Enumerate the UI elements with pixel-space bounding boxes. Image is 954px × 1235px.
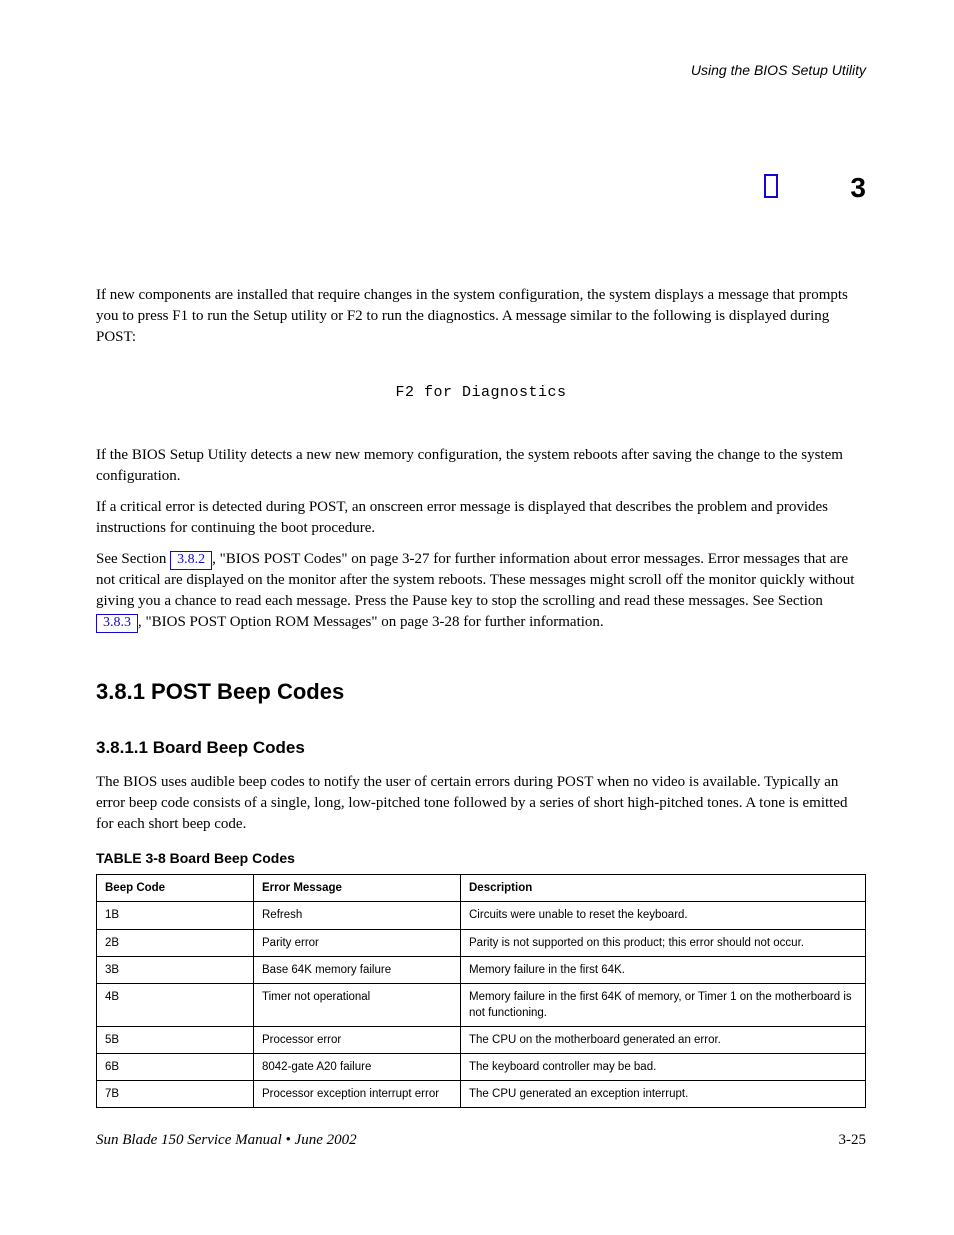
footer-page-number: 3-25: [839, 1132, 867, 1149]
table-cell: Processor exception interrupt error: [254, 1081, 461, 1108]
text: See Section: [96, 551, 170, 567]
table-cell: Parity is not supported on this product;…: [461, 929, 866, 956]
table-caption: TABLE 3-8 Board Beep Codes: [96, 849, 866, 869]
table-header-row: Beep Code Error Message Description: [97, 875, 866, 902]
table-cell: Circuits were unable to reset the keyboa…: [461, 902, 866, 929]
body-text: If new components are installed that req…: [96, 285, 866, 1108]
table-cell: 5B: [97, 1026, 254, 1053]
paragraph: If new components are installed that req…: [96, 285, 866, 348]
table-row: 7B Processor exception interrupt error T…: [97, 1081, 866, 1108]
table-cell: 2B: [97, 929, 254, 956]
chapter-number: 3: [850, 172, 866, 204]
table-row: 1B Refresh Circuits were unable to reset…: [97, 902, 866, 929]
table-cell: Base 64K memory failure: [254, 956, 461, 983]
table-header-cell: Beep Code: [97, 875, 254, 902]
paragraph: If a critical error is detected during P…: [96, 497, 866, 539]
section-heading: 3.8.1 POST Beep Codes: [96, 677, 866, 708]
paragraph: If the BIOS Setup Utility detects a new …: [96, 445, 866, 487]
table-cell: 7B: [97, 1081, 254, 1108]
table-cell: 6B: [97, 1054, 254, 1081]
table-row: 5B Processor error The CPU on the mother…: [97, 1026, 866, 1053]
page-footer: Sun Blade 150 Service Manual • June 2002…: [96, 1132, 866, 1149]
footer-left: Sun Blade 150 Service Manual • June 2002: [96, 1132, 357, 1149]
table-cell: Refresh: [254, 902, 461, 929]
xref-link[interactable]: 3.8.3: [96, 614, 138, 633]
table-cell: The keyboard controller may be bad.: [461, 1054, 866, 1081]
chapter-marker-box: [764, 174, 778, 198]
table-cell: The CPU on the motherboard generated an …: [461, 1026, 866, 1053]
inline-code: F2 for Diagnostics: [395, 384, 566, 401]
table-header-cell: Description: [461, 875, 866, 902]
table-cell: 8042-gate A20 failure: [254, 1054, 461, 1081]
table-cell: Timer not operational: [254, 983, 461, 1026]
paragraph: The BIOS uses audible beep codes to noti…: [96, 772, 866, 835]
page: Using the BIOS Setup Utility 3 If new co…: [0, 0, 954, 1235]
table-row: 3B Base 64K memory failure Memory failur…: [97, 956, 866, 983]
table-row: 6B 8042-gate A20 failure The keyboard co…: [97, 1054, 866, 1081]
table-cell: Processor error: [254, 1026, 461, 1053]
table-cell: The CPU generated an exception interrupt…: [461, 1081, 866, 1108]
table-header-cell: Error Message: [254, 875, 461, 902]
table-cell: Memory failure in the first 64K.: [461, 956, 866, 983]
subsection-heading: 3.8.1.1 Board Beep Codes: [96, 736, 866, 760]
table-cell: 1B: [97, 902, 254, 929]
running-header: Using the BIOS Setup Utility: [691, 62, 866, 78]
table-beep-codes: Beep Code Error Message Description 1B R…: [96, 874, 866, 1108]
table-row: 4B Timer not operational Memory failure …: [97, 983, 866, 1026]
table-cell: 3B: [97, 956, 254, 983]
table-cell: Memory failure in the first 64K of memor…: [461, 983, 866, 1026]
paragraph: See Section 3.8.2, "BIOS POST Codes" on …: [96, 549, 866, 633]
table-row: 2B Parity error Parity is not supported …: [97, 929, 866, 956]
table-cell: 4B: [97, 983, 254, 1026]
text: , "BIOS POST Option ROM Messages" on pag…: [138, 614, 604, 630]
xref-link[interactable]: 3.8.2: [170, 551, 212, 570]
table-cell: Parity error: [254, 929, 461, 956]
